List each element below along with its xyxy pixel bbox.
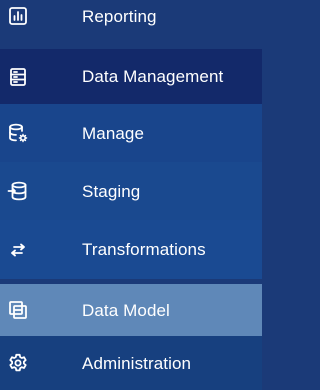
sidebar-item-data-management[interactable]: Data Management: [0, 49, 262, 104]
bar-chart-icon: [0, 0, 36, 40]
sidebar-item-manage[interactable]: Manage: [0, 104, 262, 162]
database-import-icon: [0, 162, 36, 220]
sidebar-item-label: Administration: [82, 353, 192, 373]
sidebar-item-label: Reporting: [82, 6, 157, 26]
stacked-boxes-icon: [0, 284, 36, 336]
swap-arrows-icon: [0, 220, 36, 279]
sidebar-item-label: Data Model: [82, 300, 170, 320]
sidebar-item-data-model[interactable]: Data Model: [0, 284, 262, 336]
sidebar-item-label: Transformations: [82, 240, 206, 259]
sidebar-item-reporting[interactable]: Reporting: [0, 0, 262, 40]
sidebar-item-label: Staging: [82, 181, 141, 201]
database-gear-icon: [0, 104, 36, 162]
sidebar-item-label: Data Management: [82, 67, 224, 86]
sidebar-item-staging[interactable]: Staging: [0, 162, 262, 220]
sidebar-nav: Reporting Data Management Manage Staging…: [0, 0, 262, 390]
table-icon: [0, 49, 36, 104]
sidebar-item-transformations[interactable]: Transformations: [0, 220, 262, 279]
sidebar-item-label: Manage: [82, 123, 145, 143]
